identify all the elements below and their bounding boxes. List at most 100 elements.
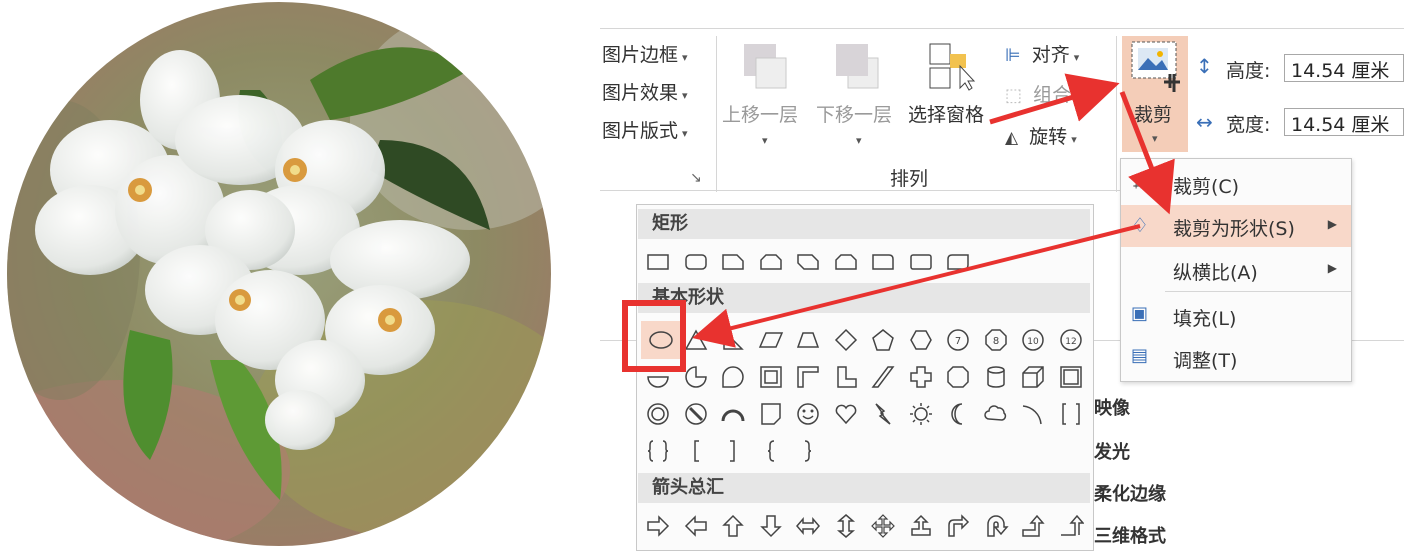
bring-forward-button[interactable]: 上移一层 ▾ (720, 36, 812, 156)
group-button[interactable]: ⬚ 组合 (1005, 80, 1105, 110)
shape-rectangle-4[interactable] (791, 245, 825, 279)
shape-basic-2-3[interactable] (754, 397, 788, 431)
shape-basic-2-0[interactable] (641, 397, 675, 431)
shape-rectangle-8-icon (947, 254, 969, 270)
shape-rectangle-0[interactable] (641, 245, 675, 279)
menu-item-crop[interactable]: ⌗ 裁剪(C) (1121, 163, 1351, 205)
shape-basic-0-9[interactable]: 8 (979, 323, 1013, 357)
height-icon: ↕ (1196, 54, 1213, 78)
send-backward-button[interactable]: 下移一层 ▾ (812, 36, 904, 156)
shape-basic-2-1[interactable] (679, 397, 713, 431)
shape-arrow-7[interactable] (904, 509, 938, 543)
shape-basic-2-9-icon (983, 405, 1006, 421)
shape-basic-3-0[interactable] (641, 434, 675, 468)
shape-arrow-5-icon (836, 514, 855, 538)
shape-basic-2-0-icon (647, 403, 669, 425)
shape-arrow-5[interactable] (829, 509, 863, 543)
shape-arrow-2-icon (722, 514, 744, 537)
shape-basic-2-11-icon (1061, 403, 1080, 425)
shape-arrow-3[interactable] (754, 509, 788, 543)
shape-basic-1-5[interactable] (829, 360, 863, 394)
crop-button[interactable]: 裁剪 ▾ (1122, 36, 1188, 152)
width-input[interactable]: 14.54 厘米 (1284, 108, 1404, 136)
shape-rectangle-2[interactable] (716, 245, 750, 279)
shape-arrow-3-icon (759, 515, 782, 538)
shape-basic-0-7[interactable] (904, 323, 938, 357)
shape-rectangle-1[interactable] (679, 245, 713, 279)
picture-border-button[interactable]: 图片边框 ▾ (602, 40, 702, 70)
shape-basic-2-7[interactable] (904, 397, 938, 431)
shape-basic-2-8[interactable] (941, 397, 975, 431)
shape-arrow-11[interactable] (1054, 509, 1088, 543)
menu-item-label: 调整(T) (1173, 350, 1238, 372)
shape-arrow-8[interactable] (941, 509, 975, 543)
menu-item-fill[interactable]: ▣ 填充(L) (1121, 295, 1351, 337)
shape-arrow-9[interactable] (979, 509, 1013, 543)
shape-basic-1-2[interactable] (716, 360, 750, 394)
shape-basic-3-2[interactable] (716, 434, 750, 468)
shape-basic-0-8[interactable]: 7 (941, 323, 975, 357)
shape-basic-0-5[interactable] (829, 323, 863, 357)
shape-basic-2-6[interactable] (866, 397, 900, 431)
shape-basic-2-1-icon (684, 403, 707, 425)
selection-pane-button[interactable]: 选择窗格 (906, 36, 1002, 156)
shape-rectangle-6[interactable] (866, 245, 900, 279)
shape-basic-2-5[interactable] (829, 397, 863, 431)
shape-basic-2-11[interactable] (1054, 397, 1088, 431)
group-label: 组合 (1033, 84, 1072, 106)
shape-basic-1-9[interactable] (979, 360, 1013, 394)
shape-basic-0-3[interactable] (754, 323, 788, 357)
rotate-button[interactable]: ◭ 旋转 ▾ (1005, 122, 1105, 152)
shape-basic-0-11[interactable]: 12 (1054, 323, 1088, 357)
shape-basic-1-11[interactable] (1054, 360, 1088, 394)
shape-arrow-4[interactable] (791, 509, 825, 543)
shape-basic-0-4-icon (796, 332, 820, 348)
shape-basic-1-7-icon (909, 366, 932, 388)
shape-rectangle-8[interactable] (941, 245, 975, 279)
shape-basic-3-4[interactable] (791, 434, 825, 468)
shape-basic-0-6[interactable] (866, 323, 900, 357)
dialog-launcher-icon[interactable]: ↘ (690, 170, 702, 186)
shape-basic-2-9[interactable] (979, 397, 1013, 431)
shape-basic-0-1-icon (684, 329, 707, 350)
shape-basic-0-4[interactable] (791, 323, 825, 357)
shape-basic-1-8[interactable] (941, 360, 975, 394)
shape-rectangle-4-icon (797, 254, 819, 270)
shape-rectangle-3[interactable] (754, 245, 788, 279)
picture-layout-button[interactable]: 图片版式 ▾ (602, 116, 702, 146)
menu-item-fit[interactable]: ▤ 调整(T) (1121, 337, 1351, 379)
align-button[interactable]: ⊫ 对齐 ▾ (1005, 40, 1105, 70)
shape-basic-1-10[interactable] (1016, 360, 1050, 394)
picture-effects-button[interactable]: 图片效果 ▾ (602, 78, 702, 108)
section-header-block-arrows: 箭头总汇 (638, 473, 1090, 503)
shape-arrow-10[interactable] (1016, 509, 1050, 543)
shape-basic-3-1[interactable] (679, 434, 713, 468)
shape-basic-2-2[interactable] (716, 397, 750, 431)
shape-rectangle-5[interactable] (829, 245, 863, 279)
side-item-soft-edges[interactable]: 柔化边缘 (1094, 480, 1166, 506)
shape-basic-2-4[interactable] (791, 397, 825, 431)
shape-arrow-6[interactable] (866, 509, 900, 543)
shape-arrow-2[interactable] (716, 509, 750, 543)
shape-basic-1-7[interactable] (904, 360, 938, 394)
submenu-arrow-icon: ▶ (1327, 217, 1337, 231)
side-item-glow[interactable]: 发光 (1094, 438, 1130, 464)
height-input[interactable]: 14.54 厘米 (1284, 54, 1404, 82)
height-label: 高度: (1226, 60, 1271, 82)
shape-basic-1-4[interactable] (791, 360, 825, 394)
menu-item-crop-to-shape[interactable]: ♢ 裁剪为形状(S) ▶ (1121, 205, 1351, 247)
shape-arrow-0[interactable] (641, 509, 675, 543)
shape-basic-2-10[interactable] (1016, 397, 1050, 431)
shape-rectangle-7[interactable] (904, 245, 938, 279)
group-separator (1116, 36, 1117, 192)
menu-item-aspect-ratio[interactable]: 纵横比(A) ▶ (1121, 249, 1351, 291)
shape-basic-1-3[interactable] (754, 360, 788, 394)
shape-basic-0-10[interactable]: 10 (1016, 323, 1050, 357)
shape-basic-3-3[interactable] (754, 434, 788, 468)
side-item-reflection[interactable]: 映像 (1094, 394, 1130, 420)
shape-basic-0-2[interactable] (716, 323, 750, 357)
annotation-highlight-box (622, 300, 686, 372)
shape-arrow-1[interactable] (679, 509, 713, 543)
shape-basic-1-6[interactable] (866, 360, 900, 394)
side-item-3d-format[interactable]: 三维格式 (1094, 522, 1166, 548)
